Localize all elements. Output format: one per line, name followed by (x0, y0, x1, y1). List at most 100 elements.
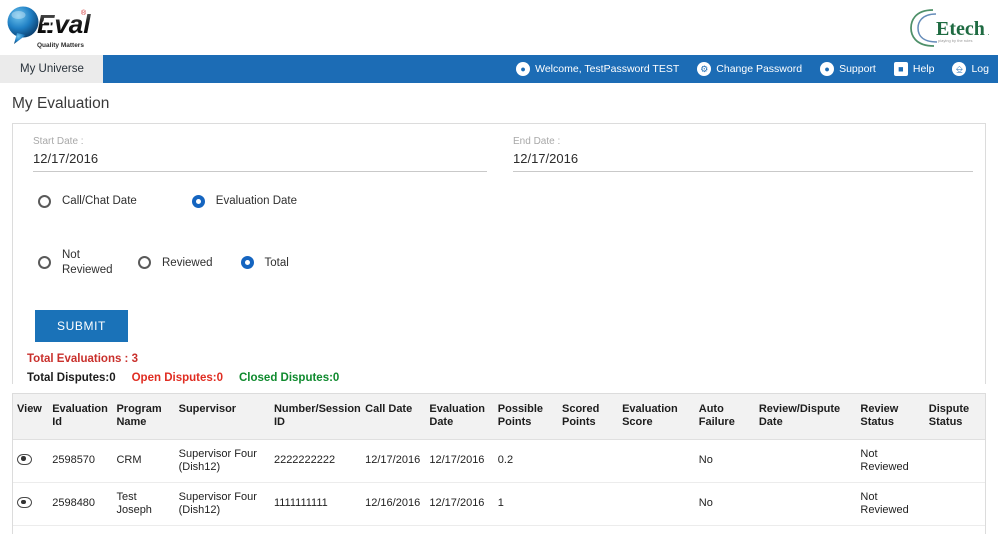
qeval-logo-icon: Eval ® Quality Matters (7, 6, 91, 49)
cell-auto-failure: No (694, 482, 755, 527)
cell-possible-points: 0.2 (493, 525, 558, 534)
total-evaluations-label: Total Evaluations : 3 (27, 353, 138, 366)
end-date-input[interactable] (513, 149, 973, 172)
etech-logo[interactable]: Etech . playing by the rules (910, 7, 994, 49)
qeval-logo[interactable]: Eval ® Quality Matters (6, 4, 92, 50)
col-scored-points[interactable]: Scored Points (558, 394, 619, 440)
cell-call-date: 12/17/2016 (361, 439, 426, 483)
radio-total[interactable]: Total (240, 256, 289, 270)
view-cell[interactable] (13, 525, 49, 534)
radio-reviewed[interactable]: Reviewed (138, 256, 213, 270)
main-navbar: My Universe ● Welcome, TestPassword TEST… (0, 55, 998, 83)
radio-mark-icon (38, 256, 51, 270)
radio-mark-icon (191, 194, 205, 208)
cell-auto-failure: No (694, 439, 755, 483)
date-range-row: Start Date : End Date : (13, 124, 985, 172)
col-evaluation-score[interactable]: Evaluation Score (618, 394, 695, 440)
table-header-row: View Evaluation Id Program Name Supervis… (13, 394, 985, 440)
cell-program-name: CRM (112, 525, 175, 534)
cell-evaluation-score (618, 482, 695, 527)
eye-icon[interactable] (17, 454, 32, 466)
start-date-input[interactable] (33, 149, 487, 172)
cell-review-dispute-date (754, 439, 857, 483)
page-header: Eval ® Quality Matters Etech . playing b… (0, 0, 998, 55)
total-disputes-label: Total Disputes:0 (27, 372, 116, 385)
radio-not-reviewed[interactable]: Not Reviewed (38, 248, 113, 277)
cell-dispute-status (924, 525, 985, 534)
cell-number-session-id: 2222222222 (269, 439, 362, 483)
radio-call-chat-date-label: Call/Chat Date (62, 195, 137, 207)
closed-disputes-label: Closed Disputes:0 (239, 372, 340, 385)
gear-icon: ⚙ (697, 62, 712, 76)
col-evaluation-id[interactable]: Evaluation Id (48, 394, 113, 440)
start-date-field: Start Date : (13, 136, 499, 172)
evaluations-table: View Evaluation Id Program Name Supervis… (13, 394, 985, 534)
col-dispute-status[interactable]: Dispute Status (924, 394, 985, 440)
cell-review-status: Not Reviewed (856, 439, 925, 483)
cell-evaluation-id: 2598570 (48, 439, 113, 483)
cell-evaluation-score: 0 (618, 525, 695, 534)
table-body: 2598570 CRM Supervisor Four (Dish12) 222222… (13, 439, 985, 534)
filter-panel: Start Date : End Date : Call/Chat Date E… (12, 123, 986, 385)
radio-mark-icon (38, 194, 51, 208)
cell-evaluation-date: 12/17/2016 (425, 525, 494, 534)
power-icon: ⎒ (952, 62, 967, 76)
submit-button[interactable]: SUBMIT (35, 310, 128, 343)
nav-item-logout[interactable]: ⎒ Log (943, 62, 998, 76)
cell-dispute-status (924, 482, 985, 527)
table-row[interactable]: 2598464CRMSupervisor Four (Dish12)111111… (13, 525, 985, 534)
nav-item-change-password[interactable]: ⚙ Change Password (688, 62, 811, 76)
col-evaluation-date[interactable]: Evaluation Date (425, 394, 494, 440)
etech-logo-icon: Etech . playing by the rules (910, 9, 990, 47)
col-review-dispute-date[interactable]: Review/Dispute Date (754, 394, 857, 440)
submit-row: SUBMIT (13, 277, 985, 343)
nav-item-welcome[interactable]: ● Welcome, TestPassword TEST (507, 62, 688, 76)
nav-item-support[interactable]: ● Support (811, 62, 885, 76)
radio-mark-icon (240, 256, 254, 270)
cell-possible-points: 0.2 (493, 439, 558, 483)
col-program-name[interactable]: Program Name (112, 394, 175, 440)
page-title: My Evaluation (12, 95, 110, 112)
cell-possible-points: 1 (493, 482, 558, 527)
book-icon: ■ (893, 62, 908, 76)
view-cell[interactable] (13, 482, 49, 527)
navbar-right-group: ● Welcome, TestPassword TEST ⚙ Change Pa… (507, 55, 998, 83)
table-row[interactable]: 2598480 Test Joseph Supervisor Four (Dish1… (13, 482, 985, 527)
nav-item-help-label: Help (912, 63, 935, 75)
cell-review-status: Not Reviewed (856, 525, 925, 534)
svg-text:.: . (988, 28, 990, 37)
radio-not-reviewed-label: Not Reviewed (62, 249, 113, 276)
cell-number-session-id: 1111111111 (269, 482, 362, 527)
table-row[interactable]: 2598570 CRM Supervisor Four (Dish12) 222222… (13, 439, 985, 483)
evaluations-table-container: View Evaluation Id Program Name Supervis… (12, 393, 986, 534)
cell-evaluation-date: 12/17/2016 (425, 439, 494, 483)
col-call-date[interactable]: Call Date (361, 394, 426, 440)
review-state-radio-group: Not Reviewed Reviewed Total (13, 248, 985, 277)
cell-review-dispute-date (754, 525, 857, 534)
cell-number-session-id: 1111111111 (269, 525, 362, 534)
tab-my-universe[interactable]: My Universe (0, 55, 103, 83)
nav-item-help[interactable]: ■ Help (885, 62, 944, 76)
cell-supervisor: Supervisor Four (Dish12) (174, 439, 270, 483)
cell-program-name: Test Joseph (112, 482, 175, 527)
eye-icon[interactable] (17, 497, 32, 509)
cell-dispute-status (924, 439, 985, 483)
col-auto-failure[interactable]: Auto Failure (694, 394, 755, 440)
col-possible-points[interactable]: Possible Points (493, 394, 558, 440)
cell-auto-failure: No (694, 525, 755, 534)
col-view[interactable]: View (13, 394, 49, 440)
cell-evaluation-date: 12/17/2016 (425, 482, 494, 527)
nav-item-support-label: Support (839, 63, 876, 75)
col-supervisor[interactable]: Supervisor (174, 394, 270, 440)
cell-supervisor: Supervisor Four (Dish12) (174, 482, 270, 527)
cell-program-name: CRM (112, 439, 175, 483)
radio-call-chat-date[interactable]: Call/Chat Date (38, 194, 137, 208)
col-review-status[interactable]: Review Status (856, 394, 925, 440)
radio-mark-icon (138, 256, 151, 270)
radio-evaluation-date-label: Evaluation Date (215, 195, 297, 207)
col-number-session-id[interactable]: Number/Session ID (269, 394, 362, 440)
svg-text:®: ® (81, 9, 87, 17)
view-cell[interactable] (13, 439, 49, 483)
radio-evaluation-date[interactable]: Evaluation Date (191, 194, 297, 208)
svg-text:playing by the rules: playing by the rules (938, 38, 972, 43)
